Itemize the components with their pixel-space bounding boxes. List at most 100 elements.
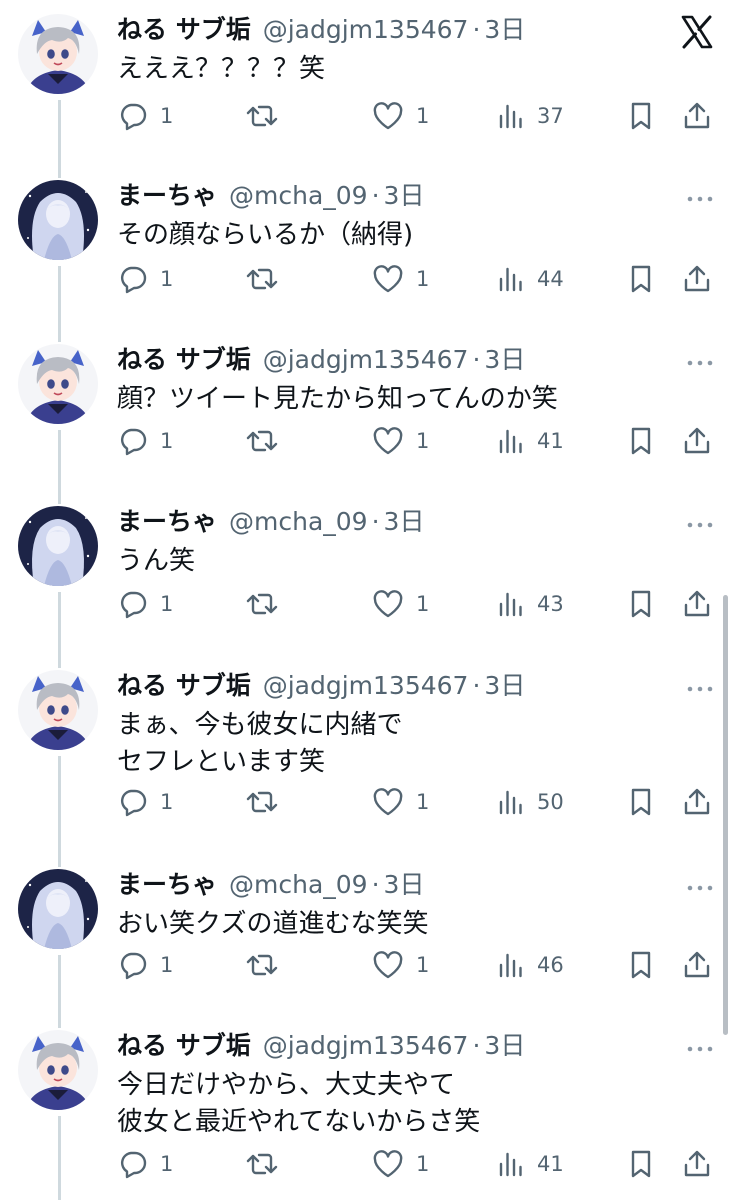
retweet-button[interactable] <box>245 259 279 299</box>
author-name[interactable]: まーちゃ <box>117 865 217 905</box>
author-name[interactable]: ねる サブ垢 <box>117 1026 251 1066</box>
author-name[interactable]: まーちゃ <box>117 176 217 216</box>
bookmark-button[interactable] <box>626 96 656 136</box>
timestamp[interactable]: 3日 <box>484 10 525 50</box>
tweet-text: えええ？？？？笑 <box>117 54 326 84</box>
reply-button[interactable]: 1 <box>118 96 173 136</box>
anime-girl-avatar[interactable] <box>18 180 98 260</box>
tweet[interactable]: ねる サブ垢 @jadgjm135467 · 3日 まぁ、今も彼女に内緒で セフレといま… <box>0 656 735 867</box>
author-handle[interactable]: @mcha_09 <box>229 502 368 542</box>
share-button[interactable] <box>682 96 712 136</box>
share-button[interactable] <box>682 782 712 822</box>
retweet-button[interactable] <box>245 96 279 136</box>
bookmark-button[interactable] <box>626 584 656 624</box>
like-button[interactable]: 1 <box>372 421 429 461</box>
anime-boy-avatar[interactable] <box>18 344 98 424</box>
author-handle[interactable]: @mcha_09 <box>229 176 368 216</box>
views-button[interactable]: 46 <box>497 945 564 985</box>
tweet-action-bar: 1 1 41 <box>110 1144 735 1184</box>
like-button[interactable]: 1 <box>372 584 429 624</box>
views-button[interactable]: 43 <box>497 584 564 624</box>
reply-button[interactable]: 1 <box>118 421 173 461</box>
reply-button[interactable]: 1 <box>118 584 173 624</box>
share-button[interactable] <box>682 1144 712 1184</box>
timestamp[interactable]: 3日 <box>484 1026 525 1066</box>
more-options-icon[interactable] <box>685 674 715 704</box>
views-button[interactable]: 50 <box>497 782 564 822</box>
bookmark-button[interactable] <box>626 782 656 822</box>
author-name[interactable]: ねる サブ垢 <box>117 340 251 380</box>
retweet-button[interactable] <box>245 1144 279 1184</box>
anime-boy-avatar[interactable] <box>18 14 98 94</box>
author-handle[interactable]: @mcha_09 <box>229 865 368 905</box>
share-icon <box>682 589 712 619</box>
tweet[interactable]: ねる サブ垢 @jadgjm135467 · 3日 えええ？？？？笑 1 1 37 <box>0 0 735 178</box>
tweet-text: まぁ、今も彼女に内緒で セフレといます笑 <box>117 710 403 777</box>
author-handle[interactable]: @jadgjm135467 <box>263 666 469 706</box>
tweet[interactable]: ねる サブ垢 @jadgjm135467 · 3日 今日だけやから、大丈夫やて 彼女と最… <box>0 1016 735 1200</box>
author-name[interactable]: ねる サブ垢 <box>117 10 251 50</box>
retweet-icon <box>245 264 279 294</box>
timestamp[interactable]: 3日 <box>484 666 525 706</box>
reply-button[interactable]: 1 <box>118 782 173 822</box>
share-button[interactable] <box>682 259 712 299</box>
anime-girl-avatar[interactable] <box>18 869 98 949</box>
timestamp[interactable]: 3日 <box>484 340 525 380</box>
more-options-icon[interactable] <box>685 1034 715 1064</box>
share-button[interactable] <box>682 584 712 624</box>
tweet[interactable]: ねる サブ垢 @jadgjm135467 · 3日 顔？ツイート見たから知ってんのか笑 1… <box>0 330 735 504</box>
retweet-button[interactable] <box>245 584 279 624</box>
tweet[interactable]: まーちゃ @mcha_09 · 3日 おい笑クズの道進むな笑笑 1 1 46 <box>0 855 735 1028</box>
anime-boy-avatar[interactable] <box>18 1030 98 1110</box>
bookmark-icon <box>626 787 656 817</box>
tweet-header: まーちゃ @mcha_09 · 3日 <box>117 176 424 216</box>
timestamp[interactable]: 3日 <box>384 176 425 216</box>
reply-button[interactable]: 1 <box>118 259 173 299</box>
scrollbar[interactable] <box>723 595 728 1035</box>
retweet-icon <box>245 426 279 456</box>
reply-icon <box>118 264 148 294</box>
retweet-button[interactable] <box>245 782 279 822</box>
timestamp[interactable]: 3日 <box>384 865 425 905</box>
like-button[interactable]: 1 <box>372 259 429 299</box>
bookmark-button[interactable] <box>626 1144 656 1184</box>
share-button[interactable] <box>682 421 712 461</box>
tweet-action-bar: 1 1 37 <box>110 96 735 136</box>
author-name[interactable]: ねる サブ垢 <box>117 666 251 706</box>
share-button[interactable] <box>682 945 712 985</box>
retweet-button[interactable] <box>245 421 279 461</box>
views-button[interactable]: 44 <box>497 259 564 299</box>
reply-button[interactable]: 1 <box>118 1144 173 1184</box>
reply-button[interactable]: 1 <box>118 945 173 985</box>
tweet[interactable]: まーちゃ @mcha_09 · 3日 その顔ならいるか（納得) 1 1 44 <box>0 166 735 342</box>
more-options-icon[interactable] <box>685 184 715 214</box>
more-options-icon[interactable] <box>685 348 715 378</box>
tweet[interactable]: まーちゃ @mcha_09 · 3日 うん笑 1 1 43 <box>0 492 735 668</box>
views-button[interactable]: 37 <box>497 96 564 136</box>
like-button[interactable]: 1 <box>372 96 429 136</box>
bookmark-button[interactable] <box>626 945 656 985</box>
bookmark-button[interactable] <box>626 421 656 461</box>
bookmark-icon <box>626 101 656 131</box>
views-button[interactable]: 41 <box>497 1144 564 1184</box>
author-handle[interactable]: @jadgjm135467 <box>263 10 469 50</box>
x-logo-icon[interactable] <box>679 14 715 50</box>
share-icon <box>682 1149 712 1179</box>
more-options-icon[interactable] <box>685 510 715 540</box>
tweet-header: ねる サブ垢 @jadgjm135467 · 3日 <box>117 666 525 706</box>
author-handle[interactable]: @jadgjm135467 <box>263 340 469 380</box>
like-button[interactable]: 1 <box>372 782 429 822</box>
like-button[interactable]: 1 <box>372 945 429 985</box>
more-options-icon[interactable] <box>685 873 715 903</box>
anime-girl-avatar[interactable] <box>18 506 98 586</box>
timestamp[interactable]: 3日 <box>384 502 425 542</box>
bookmark-button[interactable] <box>626 259 656 299</box>
reply-icon <box>118 950 148 980</box>
retweet-button[interactable] <box>245 945 279 985</box>
like-button[interactable]: 1 <box>372 1144 429 1184</box>
views-button[interactable]: 41 <box>497 421 564 461</box>
anime-boy-avatar[interactable] <box>18 670 98 750</box>
author-handle[interactable]: @jadgjm135467 <box>263 1026 469 1066</box>
tweet-header: まーちゃ @mcha_09 · 3日 <box>117 502 424 542</box>
author-name[interactable]: まーちゃ <box>117 502 217 542</box>
